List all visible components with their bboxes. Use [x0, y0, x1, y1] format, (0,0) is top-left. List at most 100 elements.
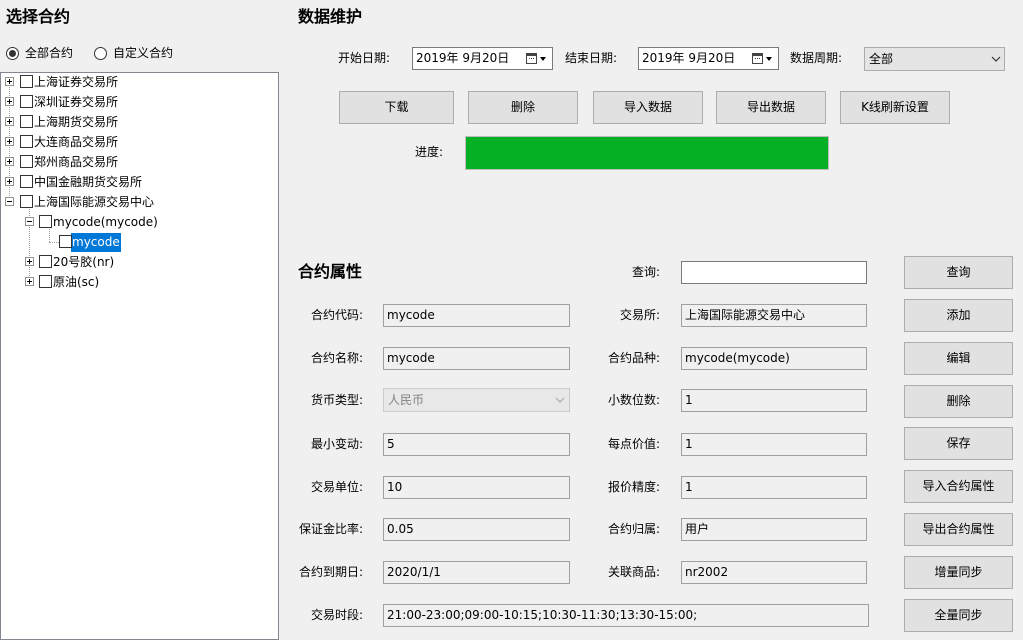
tree-node-label[interactable]: 上海期货交易所 [34, 112, 118, 132]
radio-all-contracts[interactable] [6, 47, 19, 60]
end-date-picker[interactable]: 2019年 9月20日 [638, 47, 779, 70]
tree-checkbox[interactable] [39, 275, 52, 288]
exchange-field[interactable]: 上海国际能源交易中心 [681, 304, 867, 327]
decimal-places-field[interactable]: 1 [681, 389, 867, 412]
start-date-value[interactable]: 2019年 9月20日 [416, 48, 509, 69]
period-value[interactable]: 全部 [869, 48, 893, 70]
dropdown-arrow-icon[interactable] [540, 57, 546, 61]
point-value-field[interactable]: 1 [681, 433, 867, 456]
tree-node-mycode-contract[interactable]: mycode [1, 232, 278, 252]
trading-hours-field[interactable]: 21:00-23:00;09:00-10:15;10:30-11:30;13:3… [383, 604, 869, 627]
tree-node-ine[interactable]: 上海国际能源交易中心 [1, 192, 278, 212]
tree-node-label[interactable]: 原油(sc) [53, 272, 99, 292]
tree-node-label[interactable]: 上海国际能源交易中心 [34, 192, 154, 212]
tree-checkbox[interactable] [20, 135, 33, 148]
tree-checkbox[interactable] [20, 175, 33, 188]
contract-owner-label: 合约归属: [607, 522, 660, 536]
calendar-icon[interactable] [752, 53, 763, 64]
save-button[interactable]: 保存 [904, 427, 1013, 460]
tree-checkbox[interactable] [20, 75, 33, 88]
add-button[interactable]: 添加 [904, 299, 1013, 332]
dropdown-arrow-icon[interactable] [766, 57, 772, 61]
linked-commodity-field[interactable]: nr2002 [681, 561, 867, 584]
tree-node-shfe[interactable]: 上海期货交易所 [1, 112, 278, 132]
currency-type-select: 人民币 [383, 388, 570, 412]
plus-box-icon[interactable] [25, 277, 34, 286]
contract-owner-field[interactable]: 用户 [681, 518, 867, 541]
tree-node-dce[interactable]: 大连商品交易所 [1, 132, 278, 152]
tree-node-label[interactable]: 郑州商品交易所 [34, 152, 118, 172]
price-precision-field[interactable]: 1 [681, 476, 867, 499]
delete-contract-button[interactable]: 删除 [904, 385, 1013, 418]
select-contract-title: 选择合约 [6, 7, 71, 26]
radio-custom-contracts[interactable] [94, 47, 107, 60]
plus-box-icon[interactable] [5, 117, 14, 126]
tree-node-sse[interactable]: 上海证券交易所 [1, 73, 278, 92]
trade-unit-field[interactable]: 10 [383, 476, 570, 499]
contract-code-label: 合约代码: [310, 308, 363, 322]
tree-node-label[interactable]: mycode(mycode) [53, 212, 158, 232]
tree-checkbox[interactable] [20, 155, 33, 168]
delete-data-button[interactable]: 删除 [468, 91, 578, 124]
contract-name-label: 合约名称: [310, 351, 363, 365]
tree-node-label[interactable]: 中国金融期货交易所 [34, 172, 142, 192]
expiry-date-label: 合约到期日: [298, 565, 363, 579]
tree-checkbox[interactable] [39, 215, 52, 228]
tree-node-label[interactable]: 上海证券交易所 [34, 73, 118, 92]
contract-code-field[interactable]: mycode [383, 304, 570, 327]
import-data-button[interactable]: 导入数据 [593, 91, 703, 124]
plus-box-icon[interactable] [5, 157, 14, 166]
calendar-icon[interactable] [526, 53, 537, 64]
query-input[interactable] [681, 261, 867, 284]
data-maintenance-title: 数据维护 [298, 7, 363, 26]
tree-checkbox[interactable] [20, 95, 33, 108]
tree-checkbox[interactable] [20, 195, 33, 208]
query-button[interactable]: 查询 [904, 256, 1013, 289]
radio-all-contracts-label[interactable]: 全部合约 [25, 45, 73, 61]
tree-node-label[interactable]: 深圳证券交易所 [34, 92, 118, 112]
period-select[interactable]: 全部 [864, 47, 1005, 71]
product-field[interactable]: mycode(mycode) [681, 347, 867, 370]
download-button[interactable]: 下载 [339, 91, 454, 124]
start-date-picker[interactable]: 2019年 9月20日 [412, 47, 553, 70]
price-precision-label: 报价精度: [607, 480, 660, 494]
end-date-value[interactable]: 2019年 9月20日 [642, 48, 735, 69]
tree-node-mycode-product[interactable]: mycode(mycode) [1, 212, 278, 232]
export-contract-properties-button[interactable]: 导出合约属性 [904, 513, 1013, 546]
contract-tree[interactable]: 上海证券交易所 深圳证券交易所 上海期货交易所 大连商品交易所 郑州商品交易所 … [0, 72, 279, 640]
tree-node-label[interactable]: 大连商品交易所 [34, 132, 118, 152]
plus-box-icon[interactable] [5, 97, 14, 106]
radio-custom-contracts-label[interactable]: 自定义合约 [113, 45, 173, 61]
point-value-label: 每点价值: [607, 437, 660, 451]
edit-button[interactable]: 编辑 [904, 342, 1013, 375]
plus-box-icon[interactable] [5, 177, 14, 186]
export-data-button[interactable]: 导出数据 [716, 91, 826, 124]
margin-ratio-field[interactable]: 0.05 [383, 518, 570, 541]
tree-node-sc[interactable]: 原油(sc) [1, 272, 278, 292]
import-contract-properties-button[interactable]: 导入合约属性 [904, 470, 1013, 503]
plus-box-icon[interactable] [5, 77, 14, 86]
full-sync-button[interactable]: 全量同步 [904, 599, 1013, 632]
end-date-label: 结束日期: [565, 51, 618, 65]
incremental-sync-button[interactable]: 增量同步 [904, 556, 1013, 589]
tree-checkbox[interactable] [59, 235, 72, 248]
kline-refresh-settings-button[interactable]: K线刷新设置 [840, 91, 950, 124]
tree-node-nr[interactable]: 20号胶(nr) [1, 252, 278, 272]
tree-node-cffex[interactable]: 中国金融期货交易所 [1, 172, 278, 192]
plus-box-icon[interactable] [25, 257, 34, 266]
tree-node-label-selected[interactable]: mycode [71, 233, 121, 252]
plus-box-icon[interactable] [5, 137, 14, 146]
tree-connector-line [49, 242, 59, 243]
tree-checkbox[interactable] [20, 115, 33, 128]
chevron-down-icon[interactable] [991, 56, 1001, 62]
expiry-date-field[interactable]: 2020/1/1 [383, 561, 570, 584]
min-tick-field[interactable]: 5 [383, 433, 570, 456]
tree-node-czce[interactable]: 郑州商品交易所 [1, 152, 278, 172]
tree-checkbox[interactable] [39, 255, 52, 268]
tree-node-label[interactable]: 20号胶(nr) [53, 252, 114, 272]
tree-node-szse[interactable]: 深圳证券交易所 [1, 92, 278, 112]
contract-name-field[interactable]: mycode [383, 347, 570, 370]
contract-properties-title: 合约属性 [298, 262, 363, 281]
minus-box-icon[interactable] [25, 217, 34, 226]
minus-box-icon[interactable] [5, 197, 14, 206]
